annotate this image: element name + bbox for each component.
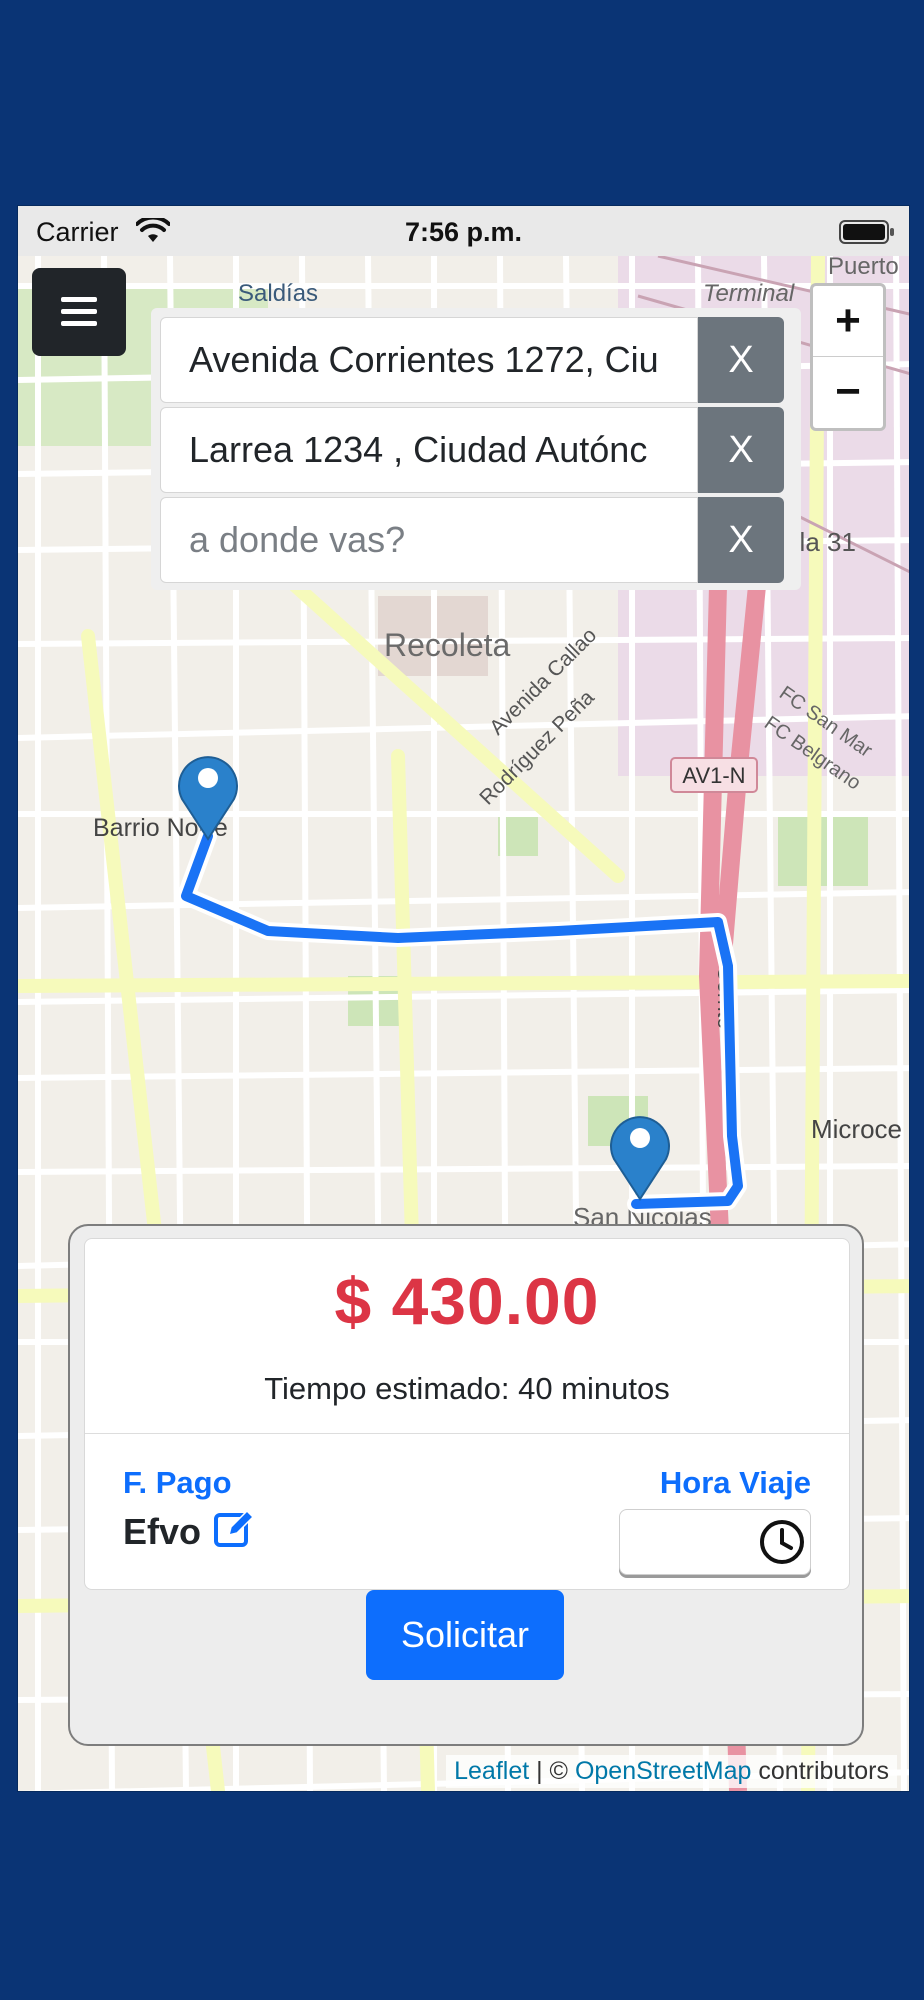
map-label-recoleta: Recoleta: [384, 627, 511, 663]
attribution-suffix: contributors: [751, 1757, 889, 1785]
map-label-puerto: Puerto: [828, 256, 899, 280]
payment-value: Efvo: [123, 1511, 202, 1552]
trip-price: $ 430.00: [334, 1264, 600, 1338]
payment-label: F. Pago: [123, 1465, 232, 1500]
map-label-microcentro: Microce: [811, 1114, 902, 1144]
attribution-separator: | ©: [529, 1757, 575, 1785]
trip-time-label: Hora Viaje: [659, 1465, 811, 1500]
origin-row: Avenida Corrientes 1272, Ciu X: [160, 317, 784, 403]
openstreetmap-link[interactable]: OpenStreetMap: [575, 1757, 752, 1785]
zoom-control: + −: [810, 283, 886, 431]
request-ride-button[interactable]: Solicitar: [366, 1590, 564, 1680]
hamburger-menu-icon: [61, 297, 97, 326]
map-label-av1n: AV1-N: [682, 763, 745, 788]
edit-payment-icon[interactable]: [213, 1507, 257, 1549]
clear-destination-button[interactable]: X: [698, 407, 784, 493]
map-label-saldias: Saldías: [238, 280, 318, 307]
trip-details: $ 430.00 Tiempo estimado: 40 minutos F. …: [84, 1238, 850, 1590]
route-shield-av1n: AV1-N: [670, 757, 758, 793]
address-search-panel: Avenida Corrientes 1272, Ciu X Larrea 12…: [151, 308, 801, 590]
destination-input[interactable]: Larrea 1234 , Ciudad Autónc: [160, 407, 698, 493]
menu-button[interactable]: [32, 268, 126, 356]
clear-stop-button[interactable]: X: [698, 497, 784, 583]
stop-input[interactable]: a donde vas?: [160, 497, 698, 583]
destination-row: Larrea 1234 , Ciudad Autónc X: [160, 407, 784, 493]
leaflet-link[interactable]: Leaflet: [454, 1757, 529, 1785]
origin-input[interactable]: Avenida Corrientes 1272, Ciu: [160, 317, 698, 403]
estimated-time: Tiempo estimado: 40 minutos: [264, 1371, 670, 1406]
zoom-out-button[interactable]: −: [813, 357, 883, 427]
trip-summary-card: $ 430.00 Tiempo estimado: 40 minutos F. …: [68, 1224, 864, 1746]
trip-time-picker[interactable]: [619, 1509, 811, 1575]
status-time: 7:56 p.m.: [404, 217, 523, 247]
clear-origin-button[interactable]: X: [698, 317, 784, 403]
zoom-in-button[interactable]: +: [813, 286, 883, 357]
battery-icon: [839, 220, 894, 244]
stop-row: a donde vas? X: [160, 497, 784, 583]
phone-screen: Carrier 7:56 p.m. Saldías Terminal Puert…: [17, 205, 910, 1792]
clock-icon: [760, 1520, 804, 1564]
status-bar: Carrier 7:56 p.m.: [18, 206, 909, 256]
divider: [85, 1433, 849, 1434]
map-label-terminal: Terminal: [703, 280, 795, 307]
map-attribution: Leaflet | © OpenStreetMap contributors: [446, 1755, 897, 1788]
